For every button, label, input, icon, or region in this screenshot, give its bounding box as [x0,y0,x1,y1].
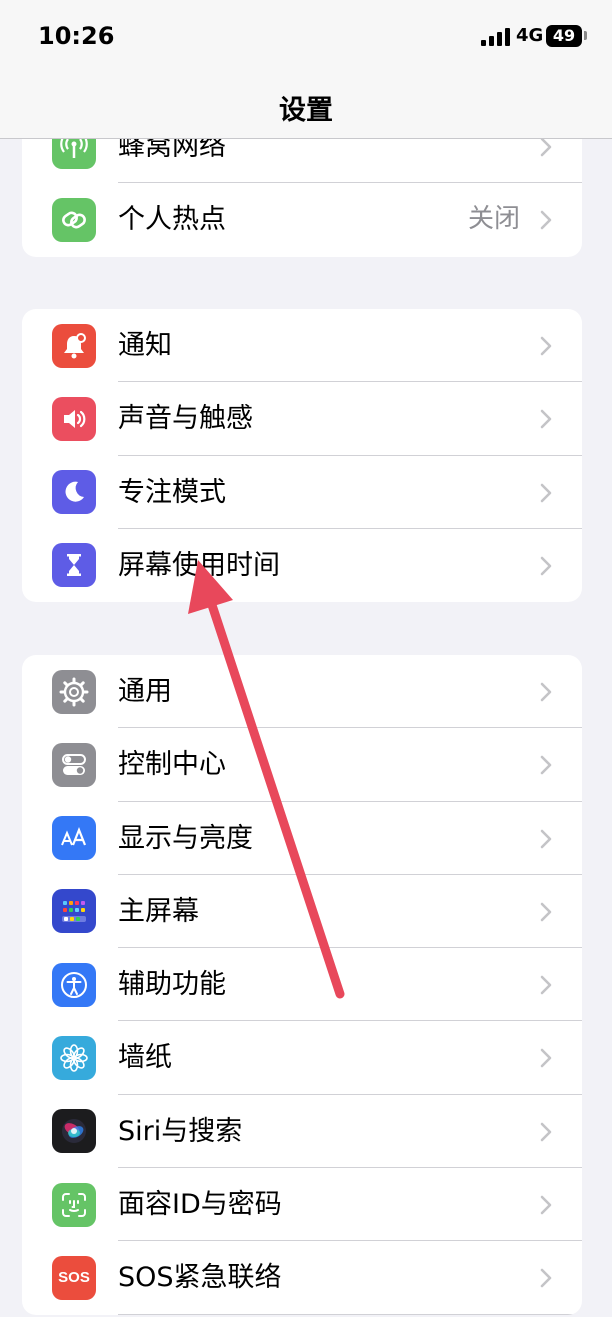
row-focus[interactable]: 专注模式 [22,456,582,529]
network-type: 4G [516,25,544,46]
row-label: 辅助功能 [118,969,226,1001]
row-label: 通知 [118,330,172,361]
accessibility-icon [52,962,96,1007]
chevron-right-icon [540,1122,552,1142]
chevron-right-icon [540,902,552,922]
speaker-icon [52,396,96,441]
chevron-right-icon [540,1049,552,1068]
face-id-icon [52,1182,96,1227]
chevron-right-icon [540,483,552,502]
page-title: 设置 [279,95,333,126]
siri-icon [52,1109,96,1154]
row-display[interactable]: 显示与亮度 [22,802,582,875]
group-notifications: 通知 声音与触感 专注模式 屏幕使用时间 [22,309,582,603]
home-grid-icon [52,889,96,934]
chevron-right-icon [540,409,552,429]
separator [118,1313,582,1315]
row-label: 控制中心 [118,749,226,781]
hourglass-icon [52,543,96,588]
row-label: 面容ID与密码 [118,1189,282,1221]
row-siri[interactable]: Siri与搜索 [22,1095,582,1169]
chevron-right-icon [540,682,552,702]
bell-icon [52,323,96,368]
toggle-switches-icon [52,742,96,787]
row-label: 通用 [118,676,172,707]
row-label: 专注模式 [118,476,226,508]
chevron-right-icon [540,210,552,230]
chevron-right-icon [540,137,552,157]
chevron-right-icon [540,755,552,775]
row-screen-time[interactable]: 屏幕使用时间 [22,529,582,602]
row-home-screen[interactable]: 主屏幕 [22,875,582,949]
row-label: SOS紧急联络 [118,1262,282,1294]
moon-icon [52,470,96,515]
row-label: 个人热点 [118,204,226,236]
chevron-right-icon [540,556,552,576]
battery-level: 49 [552,26,576,45]
hotspot-chain-icon [52,197,96,242]
text-size-icon [52,816,96,861]
navigation-bar: 设置 [0,76,612,139]
chevron-right-icon [540,1269,552,1288]
battery-cap [584,31,587,40]
status-time: 10:26 [38,22,115,50]
flower-icon [52,1035,96,1080]
settings-list[interactable]: 蜂窝网络 个人热点 关闭 通知 声音与触感 专注模式 屏幕使用时间 通用 控制中… [0,0,612,1317]
row-wallpaper[interactable]: 墙纸 [22,1021,582,1095]
row-label: 主屏幕 [118,895,199,927]
row-emergency-sos[interactable]: SOS SOS紧急联络 [22,1241,582,1315]
row-hotspot[interactable]: 个人热点 关闭 [22,183,582,256]
row-sounds[interactable]: 声音与触感 [22,382,582,456]
row-label: 声音与触感 [118,403,253,435]
row-label: 显示与亮度 [118,822,253,854]
chevron-right-icon [540,336,552,356]
battery-icon: 49 [546,25,582,47]
gear-icon [52,669,96,714]
sos-icon-text: SOS [58,1269,90,1287]
row-notifications[interactable]: 通知 [22,309,582,383]
row-accessibility[interactable]: 辅助功能 [22,948,582,1022]
chevron-right-icon [540,1195,552,1215]
row-control-center[interactable]: 控制中心 [22,728,582,802]
chevron-right-icon [540,829,552,848]
chevron-right-icon [540,975,552,995]
cellular-signal-icon [481,28,510,46]
row-label: Siri与搜索 [118,1115,243,1147]
status-bar: 10:26 4G 49 [0,0,612,76]
hotspot-status: 关闭 [467,204,520,235]
row-face-id[interactable]: 面容ID与密码 [22,1168,582,1242]
row-general[interactable]: 通用 [22,655,582,729]
row-label: 屏幕使用时间 [118,549,280,581]
group-general: 通用 控制中心 显示与亮度 主屏幕 辅助功能 墙纸 Siri与搜索 面容ID与密… [22,655,582,1315]
sos-icon: SOS [52,1255,96,1300]
row-label: 墙纸 [118,1042,172,1074]
